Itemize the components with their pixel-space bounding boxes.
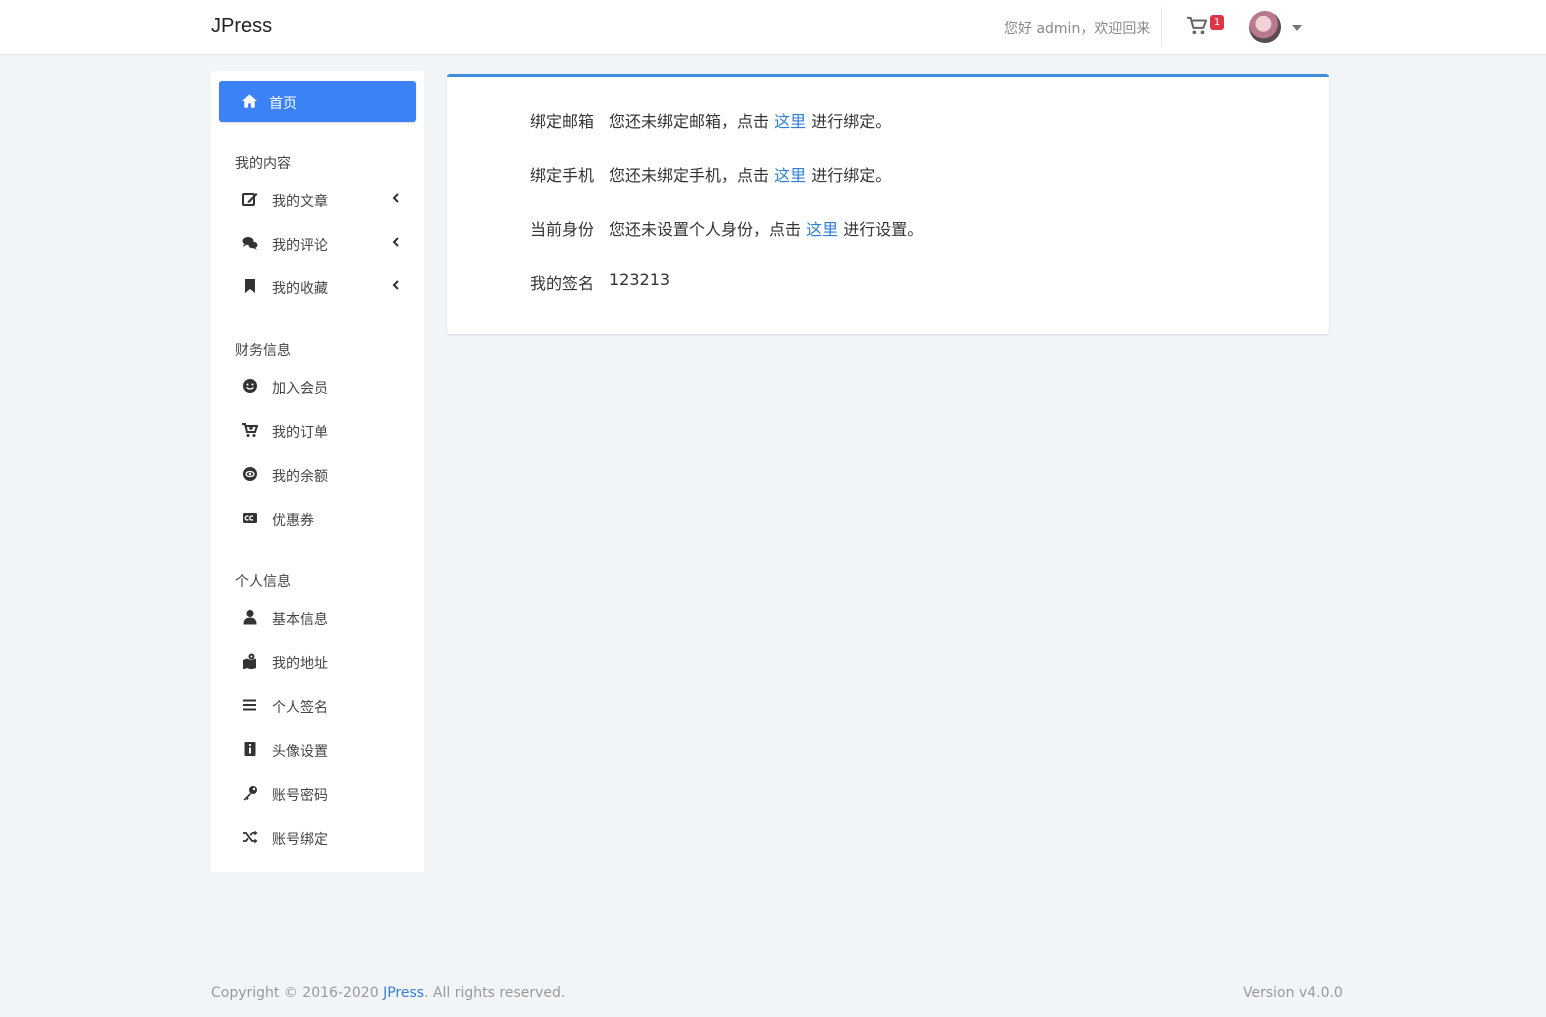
account-binding-card: 绑定邮箱 您还未绑定邮箱，点击 这里 进行绑定。 绑定手机 您还未绑定手机，点击…: [447, 74, 1329, 334]
bars-icon: [243, 699, 256, 711]
bookmark-icon: [245, 279, 255, 293]
sidebar-item-label: 我的评论: [272, 238, 328, 254]
sidebar-item-label: 优惠券: [272, 513, 314, 529]
footer-brand-link[interactable]: JPress: [383, 985, 424, 1001]
portrait-icon: [244, 742, 256, 756]
cart-count-badge: 1: [1210, 15, 1224, 30]
sidebar-item-label: 账号密码: [272, 788, 328, 804]
chevron-down-icon[interactable]: [1292, 25, 1302, 31]
sidebar-item-label: 个人签名: [272, 700, 328, 716]
sidebar-item-label: 加入会员: [272, 381, 328, 397]
sidebar: 首页 我的内容 我的文章 我的评论 我的收藏 财务信息 加入会员 我的订单 我的…: [211, 71, 424, 872]
section-title-finance: 财务信息: [235, 343, 291, 359]
sidebar-item-label: 我的收藏: [272, 281, 328, 297]
smile-icon: [243, 379, 257, 393]
row-label: 绑定邮箱: [530, 112, 595, 131]
sidebar-item-password[interactable]: 账号密码: [211, 775, 424, 815]
row-text: 进行绑定。: [811, 112, 892, 131]
shuffle-icon: [243, 830, 258, 844]
row-text: 进行设置。: [843, 220, 924, 239]
sidebar-item-label: 账号绑定: [272, 832, 328, 848]
row-text: 您还未绑定手机，点击: [609, 166, 770, 185]
sidebar-item-home[interactable]: 首页: [219, 81, 416, 122]
row-label: 绑定手机: [530, 166, 595, 185]
set-identity-link[interactable]: 这里: [806, 220, 838, 239]
chevron-left-icon[interactable]: [392, 236, 400, 248]
row-label: 当前身份: [530, 220, 595, 239]
copyright-text: Copyright © 2016-2020: [211, 985, 379, 1001]
welcome-greeting: 您好 admin，欢迎回来: [1004, 21, 1151, 37]
sidebar-item-articles[interactable]: 我的文章: [211, 181, 424, 221]
sidebar-item-label: 我的文章: [272, 194, 328, 210]
sidebar-item-label: 首页: [269, 96, 297, 112]
footer-version: Version v4.0.0: [1243, 985, 1343, 1001]
row-text: 您还未绑定邮箱，点击: [609, 112, 770, 131]
sidebar-item-label: 我的订单: [272, 425, 328, 441]
map-icon: [243, 653, 256, 669]
row-text: 您还未设置个人身份，点击: [609, 220, 802, 239]
sidebar-item-balance[interactable]: 我的余额: [211, 456, 424, 496]
user-icon: [243, 610, 257, 625]
home-icon: [241, 94, 258, 108]
avatar[interactable]: [1249, 11, 1281, 43]
sidebar-item-signature[interactable]: 个人签名: [211, 687, 424, 727]
sidebar-item-account-binding[interactable]: 账号绑定: [211, 819, 424, 859]
sidebar-item-comments[interactable]: 我的评论: [211, 225, 424, 265]
bind-phone-link[interactable]: 这里: [774, 166, 806, 185]
sidebar-item-address[interactable]: 我的地址: [211, 643, 424, 683]
sidebar-item-label: 基本信息: [272, 612, 328, 628]
sidebar-item-favorites[interactable]: 我的收藏: [211, 268, 424, 308]
divider: [1161, 7, 1162, 47]
row-value: 您还未绑定邮箱，点击 这里 进行绑定。: [609, 108, 891, 132]
footer-copyright: Copyright © 2016-2020 JPress. All rights…: [211, 985, 565, 1001]
top-navbar: JPress 您好 admin，欢迎回来 1: [0, 0, 1546, 55]
section-title-content: 我的内容: [235, 156, 291, 172]
sidebar-item-label: 我的地址: [272, 656, 328, 672]
sidebar-item-label: 我的余额: [272, 469, 328, 485]
comments-icon: [242, 237, 258, 250]
brand-logo[interactable]: JPress: [211, 15, 272, 38]
cart-icon: [1187, 16, 1208, 35]
key-icon: [243, 786, 257, 801]
edit-icon: [242, 193, 258, 206]
copyright-suffix: . All rights reserved.: [424, 985, 566, 1001]
balance-icon: [243, 467, 257, 481]
cart-icon: [242, 423, 258, 437]
row-label: 我的签名: [530, 274, 595, 293]
section-title-personal: 个人信息: [235, 574, 291, 590]
chevron-left-icon[interactable]: [392, 279, 400, 291]
row-text: 进行绑定。: [811, 166, 892, 185]
sidebar-item-label: 头像设置: [272, 744, 328, 760]
row-value: 您还未绑定手机，点击 这里 进行绑定。: [609, 162, 891, 186]
sidebar-item-avatar-settings[interactable]: 头像设置: [211, 731, 424, 771]
sidebar-item-membership[interactable]: 加入会员: [211, 368, 424, 408]
sidebar-item-orders[interactable]: 我的订单: [211, 412, 424, 452]
bind-email-link[interactable]: 这里: [774, 112, 806, 131]
row-value: 您还未设置个人身份，点击 这里 进行设置。: [609, 216, 923, 240]
signature-value: 123213: [609, 270, 671, 289]
sidebar-item-coupons[interactable]: 优惠券: [211, 500, 424, 540]
coupon-icon: [243, 513, 257, 523]
sidebar-item-basic-info[interactable]: 基本信息: [211, 599, 424, 639]
chevron-left-icon[interactable]: [392, 192, 400, 204]
